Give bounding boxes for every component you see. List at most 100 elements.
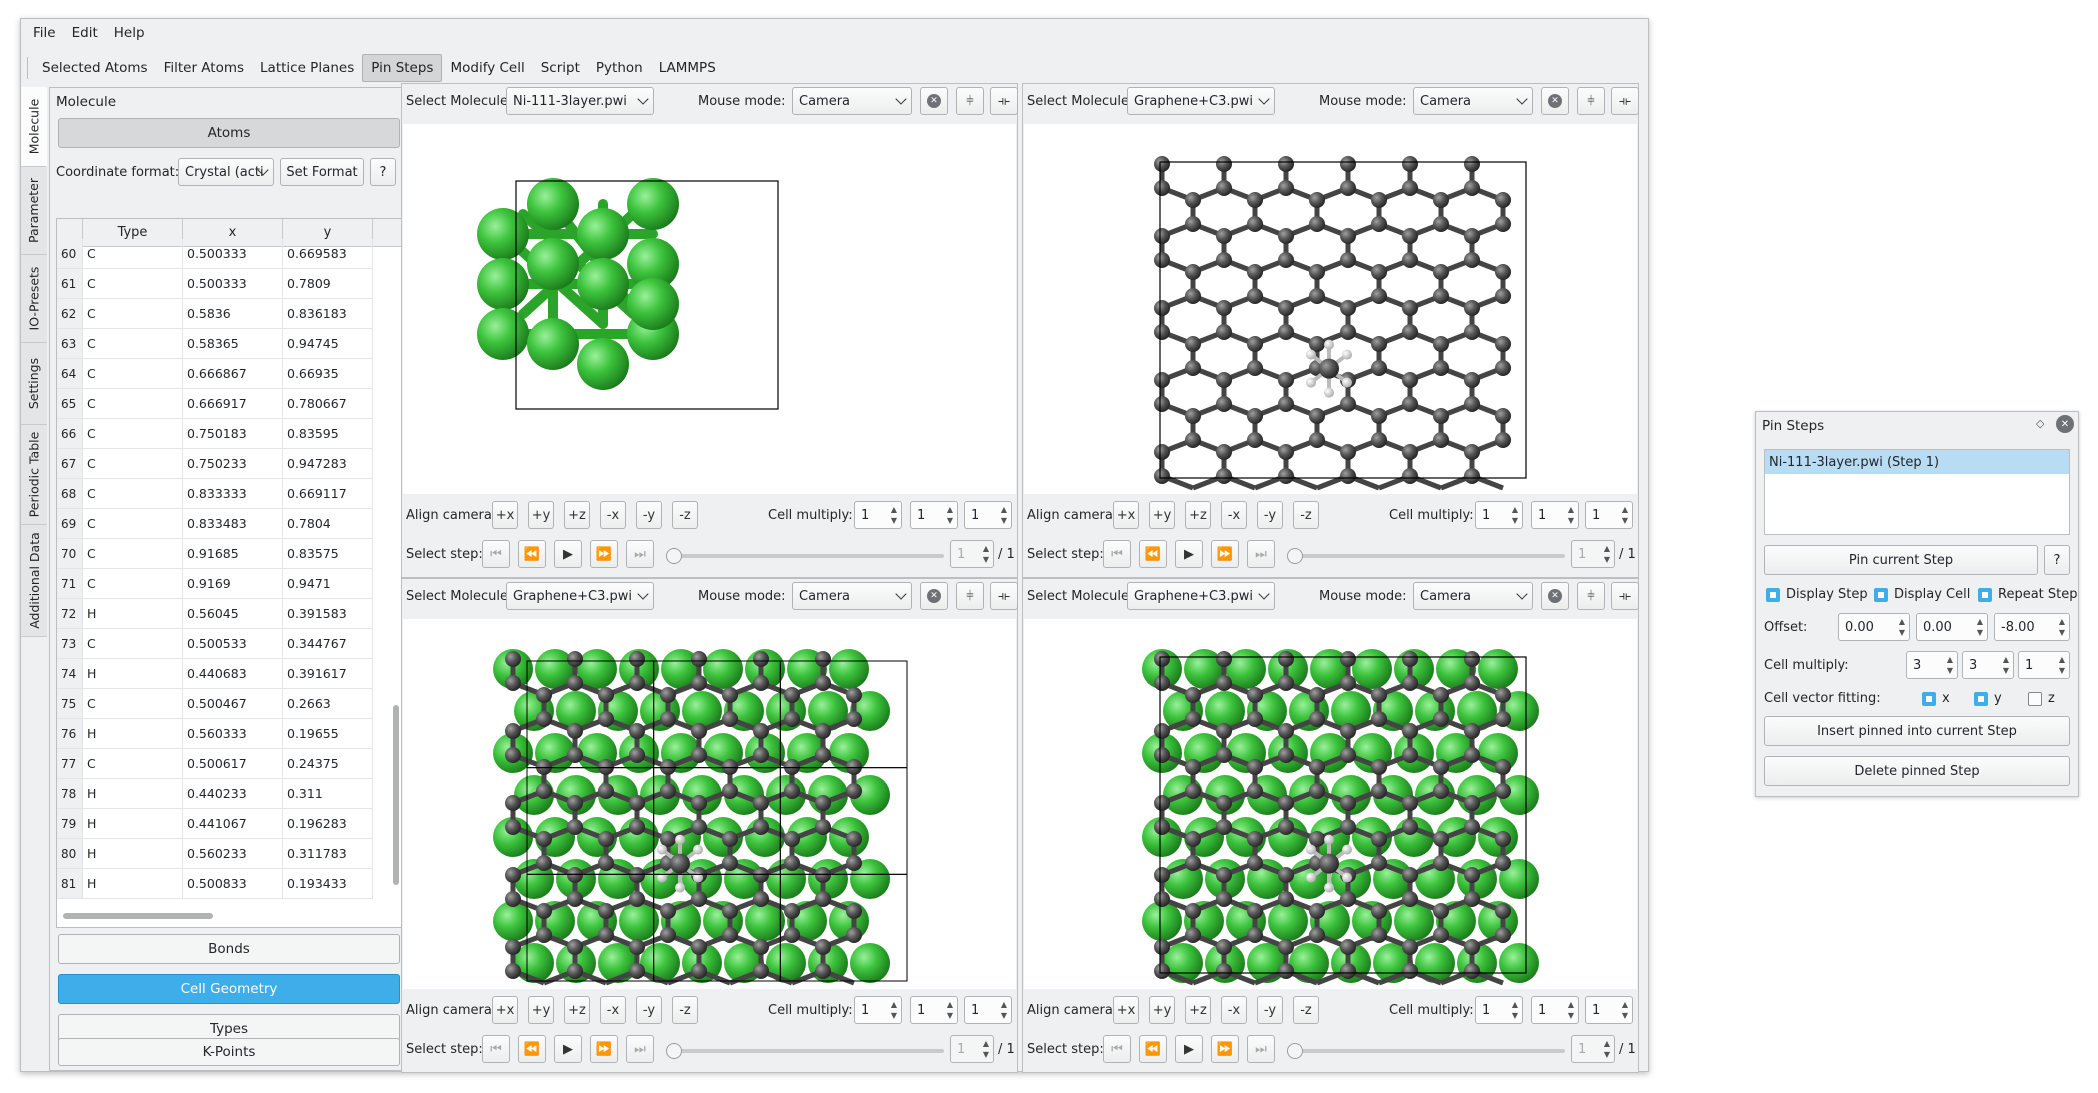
table-row[interactable]: 73 C 0.500533 0.344767 — [57, 629, 373, 659]
atom-type-cell[interactable]: C — [83, 329, 183, 358]
side-tab-io-presets[interactable]: IO-Presets — [21, 255, 47, 343]
split-vertical-button[interactable]: ⟛ — [990, 582, 1018, 610]
x-cell[interactable]: 0.560333 — [183, 719, 283, 748]
last-step-button[interactable]: ⏭ — [1247, 540, 1275, 568]
x-cell[interactable]: 0.58365 — [183, 329, 283, 358]
x-cell[interactable]: 0.91685 — [183, 539, 283, 568]
x-cell[interactable]: 0.666867 — [183, 359, 283, 388]
x-cell[interactable]: 0.5836 — [183, 299, 283, 328]
x-cell[interactable]: 0.500533 — [183, 629, 283, 658]
close-view-button[interactable]: ✕ — [1541, 582, 1569, 610]
table-row[interactable]: 75 C 0.500467 0.2663 — [57, 689, 373, 719]
help-button[interactable]: ? — [370, 158, 396, 186]
align-minus-y-button[interactable]: -y — [636, 996, 662, 1024]
fit-z-checkbox[interactable] — [2028, 692, 2042, 706]
table-row[interactable]: 68 C 0.833333 0.669117 — [57, 479, 373, 509]
y-cell[interactable]: 0.669583 — [283, 239, 373, 268]
next-step-button[interactable]: ⏩ — [1211, 540, 1239, 568]
tab-lattice-planes[interactable]: Lattice Planes — [252, 55, 362, 81]
step-slider-handle[interactable] — [666, 548, 682, 564]
molecule-select[interactable]: Ni-111-3layer.pwi — [506, 87, 654, 115]
atom-type-cell[interactable]: C — [83, 509, 183, 538]
bonds-button[interactable]: Bonds — [58, 934, 400, 964]
x-cell[interactable]: 0.56045 — [183, 599, 283, 628]
table-row[interactable]: 81 H 0.500833 0.193433 — [57, 869, 373, 899]
atom-type-cell[interactable]: H — [83, 599, 183, 628]
first-step-button[interactable]: ⏮ — [1103, 540, 1131, 568]
mouse-mode-select[interactable]: Camera — [792, 582, 912, 610]
align-plus-y-button[interactable]: +y — [528, 996, 554, 1024]
cell-multiply-spinbox[interactable]: 1 ▲ ▼ — [854, 501, 902, 529]
align-minus-z-button[interactable]: -z — [1293, 501, 1319, 529]
step-slider[interactable] — [1293, 1049, 1565, 1053]
molecule-render[interactable] — [403, 619, 1016, 989]
align-plus-y-button[interactable]: +y — [1149, 501, 1175, 529]
horizontal-scrollbar[interactable] — [63, 913, 213, 919]
atom-type-cell[interactable]: H — [83, 659, 183, 688]
y-cell[interactable]: 0.669117 — [283, 479, 373, 508]
set-format-button[interactable]: Set Format — [280, 158, 364, 186]
y-cell[interactable]: 0.311783 — [283, 839, 373, 868]
table-row[interactable]: 67 C 0.750233 0.947283 — [57, 449, 373, 479]
side-tab-settings[interactable]: Settings — [21, 343, 47, 425]
split-vertical-button[interactable]: ⟛ — [1611, 582, 1639, 610]
last-step-button[interactable]: ⏭ — [626, 1035, 654, 1063]
tab-filter-atoms[interactable]: Filter Atoms — [156, 55, 252, 81]
molecule-render[interactable] — [403, 124, 1016, 494]
table-row[interactable]: 72 H 0.56045 0.391583 — [57, 599, 373, 629]
step-slider[interactable] — [672, 1049, 944, 1053]
side-tab-molecule[interactable]: Molecule — [21, 87, 47, 167]
y-cell[interactable]: 0.9471 — [283, 569, 373, 598]
mouse-mode-select[interactable]: Camera — [792, 87, 912, 115]
y-cell[interactable]: 0.2663 — [283, 689, 373, 718]
next-step-button[interactable]: ⏩ — [1211, 1035, 1239, 1063]
y-cell[interactable]: 0.24375 — [283, 749, 373, 778]
step-slider-handle[interactable] — [1287, 548, 1303, 564]
table-row[interactable]: 78 H 0.440233 0.311 — [57, 779, 373, 809]
align-plus-y-button[interactable]: +y — [1149, 996, 1175, 1024]
previous-step-button[interactable]: ⏪ — [518, 540, 546, 568]
table-row[interactable]: 62 C 0.5836 0.836183 — [57, 299, 373, 329]
split-horizontal-button[interactable]: ⫩ — [956, 87, 984, 115]
offset-z-spinbox[interactable]: -8.00 ▲ ▼ — [1994, 613, 2070, 641]
tab-lammps[interactable]: LAMMPS — [651, 55, 724, 81]
atom-type-cell[interactable]: C — [83, 629, 183, 658]
cell-multiply-spinbox[interactable]: 1 ▲ ▼ — [854, 996, 902, 1024]
align-plus-z-button[interactable]: +z — [1185, 501, 1211, 529]
table-row[interactable]: 61 C 0.500333 0.7809 — [57, 269, 373, 299]
table-row[interactable]: 63 C 0.58365 0.94745 — [57, 329, 373, 359]
scrollbar-thumb[interactable] — [393, 705, 399, 885]
align-plus-x-button[interactable]: +x — [492, 501, 518, 529]
align-plus-x-button[interactable]: +x — [492, 996, 518, 1024]
x-cell[interactable]: 0.560233 — [183, 839, 283, 868]
offset-x-spinbox[interactable]: 0.00 ▲ ▼ — [1838, 613, 1910, 641]
last-step-button[interactable]: ⏭ — [626, 540, 654, 568]
x-cell[interactable]: 0.440233 — [183, 779, 283, 808]
atom-type-cell[interactable]: C — [83, 479, 183, 508]
molecule-viewport[interactable] — [1024, 124, 1637, 494]
list-item[interactable]: Ni-111-3layer.pwi (Step 1) — [1765, 450, 2069, 474]
mouse-mode-select[interactable]: Camera — [1413, 582, 1533, 610]
atom-type-cell[interactable]: H — [83, 779, 183, 808]
x-cell[interactable]: 0.441067 — [183, 809, 283, 838]
x-cell[interactable]: 0.440683 — [183, 659, 283, 688]
vertical-scrollbar[interactable] — [393, 247, 399, 923]
y-cell[interactable]: 0.7809 — [283, 269, 373, 298]
y-cell[interactable]: 0.947283 — [283, 449, 373, 478]
x-cell[interactable]: 0.500467 — [183, 689, 283, 718]
align-minus-y-button[interactable]: -y — [1257, 996, 1283, 1024]
step-slider[interactable] — [1293, 554, 1565, 558]
y-cell[interactable]: 0.193433 — [283, 869, 373, 898]
cell-multiply-spinbox[interactable]: 1 ▲ ▼ — [910, 996, 958, 1024]
x-cell[interactable]: 0.750233 — [183, 449, 283, 478]
atom-type-cell[interactable]: H — [83, 809, 183, 838]
molecule-select[interactable]: Graphene+C3.pwi — [1127, 582, 1275, 610]
cell-multiply-spinbox[interactable]: 1 ▲ ▼ — [1531, 501, 1579, 529]
pin-current-step-button[interactable]: Pin current Step — [1764, 545, 2038, 575]
play-button[interactable]: ▶ — [554, 540, 582, 568]
step-spinbox[interactable]: 1 ▲ ▼ — [1571, 1035, 1615, 1063]
cell-multiply-spinbox[interactable]: 1 ▲ ▼ — [1585, 501, 1633, 529]
align-minus-z-button[interactable]: -z — [1293, 996, 1319, 1024]
y-cell[interactable]: 0.7804 — [283, 509, 373, 538]
first-step-button[interactable]: ⏮ — [482, 540, 510, 568]
